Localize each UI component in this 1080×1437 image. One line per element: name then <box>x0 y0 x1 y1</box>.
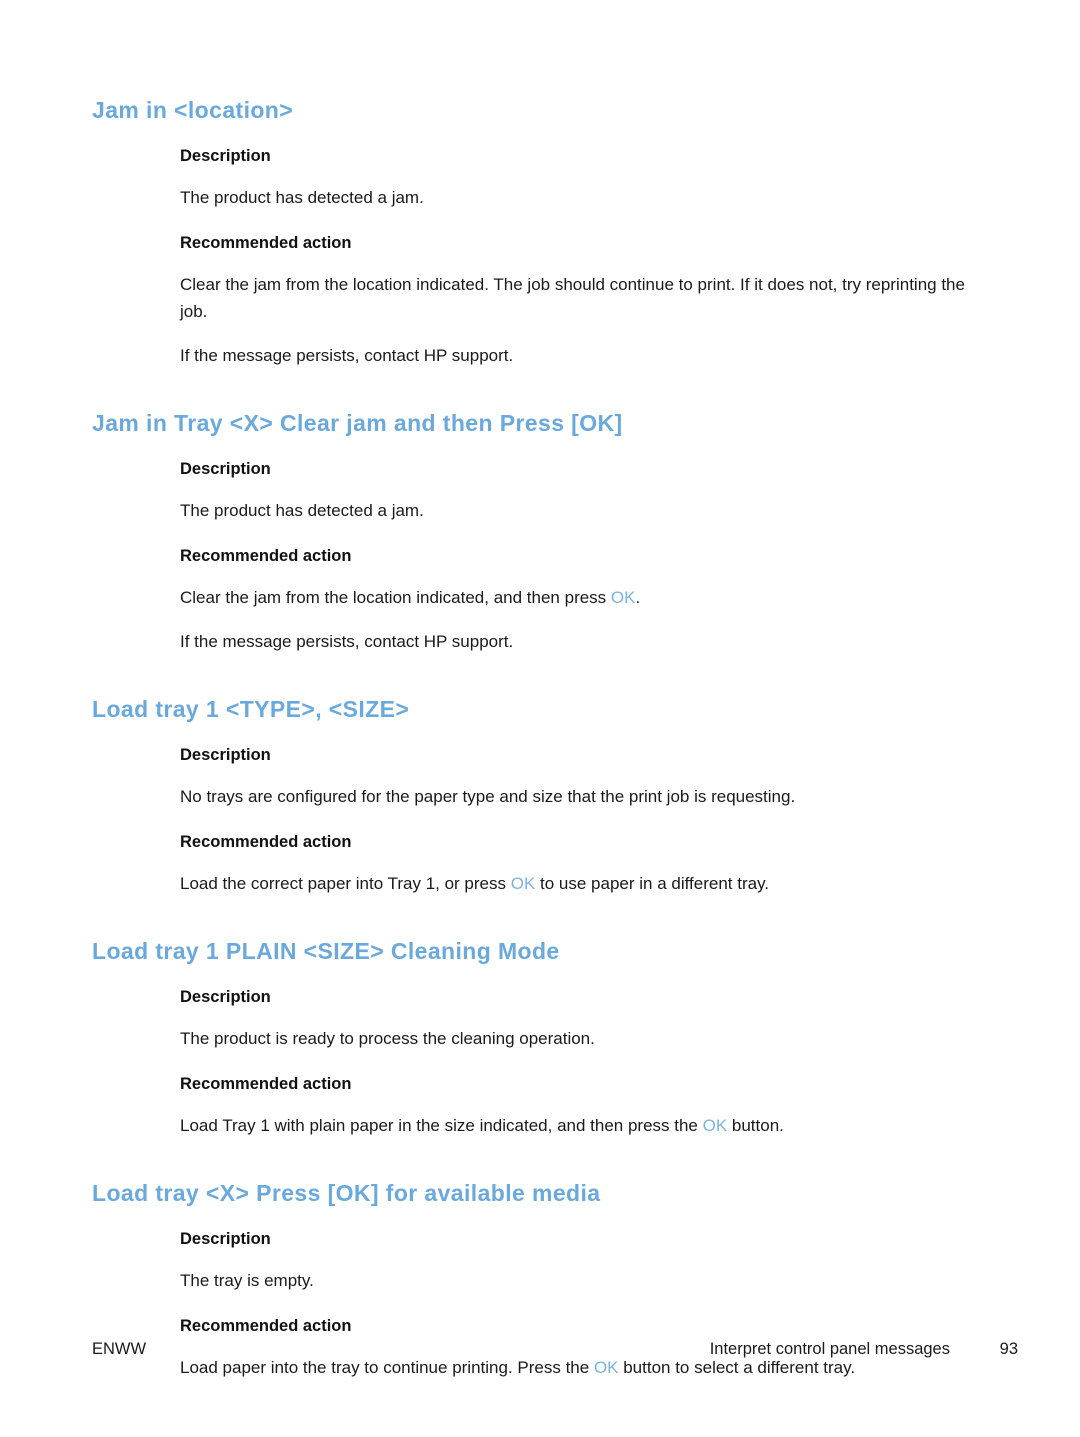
message-section: Load tray 1 PLAIN <SIZE> Cleaning Mode De… <box>92 937 992 1139</box>
description-label: Description <box>180 1230 271 1248</box>
description-label: Description <box>180 147 271 165</box>
section-body: Description The product has detected a ja… <box>180 458 992 655</box>
action-text-lead: If the message persists, contact HP supp… <box>180 346 514 365</box>
footer-page-number: 93 <box>999 1340 1018 1358</box>
page-content: Jam in <location> Description The product … <box>92 96 992 1381</box>
recommended-action-text: Load the correct paper into Tray 1, or p… <box>180 870 992 897</box>
description-text: No trays are configured for the paper ty… <box>180 787 796 806</box>
description-label: Description <box>180 460 271 478</box>
action-text-lead: Load Tray 1 with plain paper in the size… <box>180 1116 703 1135</box>
action-text-lead: If the message persists, contact HP supp… <box>180 632 514 651</box>
message-section: Jam in Tray <X> Clear jam and then Press… <box>92 409 992 655</box>
section-heading: Load tray 1 <TYPE>, <SIZE> <box>92 696 410 722</box>
section-body: Description The product has detected a ja… <box>180 145 992 369</box>
footer-chapter-title: Interpret control panel messages <box>709 1340 950 1358</box>
recommended-action-text: If the message persists, contact HP supp… <box>180 342 992 369</box>
action-text-lead: Clear the jam from the location indicate… <box>180 275 965 321</box>
description-text: The product has detected a jam. <box>180 501 424 520</box>
message-section: Jam in <location> Description The product … <box>92 96 992 369</box>
section-heading: Load tray 1 PLAIN <SIZE> Cleaning Mode <box>92 938 560 964</box>
footer-locale-code: ENWW <box>92 1340 147 1358</box>
recommended-action-label: Recommended action <box>180 234 352 252</box>
ok-button-reference: OK <box>702 1116 728 1135</box>
recommended-action-text: Clear the jam from the location indicate… <box>180 584 992 611</box>
description-text: The tray is empty. <box>180 1271 314 1290</box>
description-label: Description <box>180 746 271 764</box>
ok-button-reference: OK <box>610 588 636 607</box>
description-label: Description <box>180 988 271 1006</box>
action-text-lead: Load the correct paper into Tray 1, or p… <box>180 874 511 893</box>
action-text-lead: Clear the jam from the location indicate… <box>180 588 611 607</box>
action-text-tail: to use paper in a different tray. <box>535 874 770 893</box>
recommended-action-label: Recommended action <box>180 1317 352 1335</box>
recommended-action-label: Recommended action <box>180 1075 352 1093</box>
ok-button-reference: OK <box>510 874 536 893</box>
page-footer: ENWW Interpret control panel messages 93 <box>92 1340 1018 1359</box>
recommended-action-label: Recommended action <box>180 547 352 565</box>
section-heading: Load tray <X> Press [OK] for available m… <box>92 1180 601 1206</box>
section-body: Description No trays are configured for t… <box>180 744 992 897</box>
ok-button-reference: OK <box>593 1358 619 1377</box>
description-text: The product is ready to process the clea… <box>180 1029 595 1048</box>
section-body: Description The product is ready to proce… <box>180 986 992 1139</box>
action-text-lead: Load paper into the tray to continue pri… <box>180 1358 594 1377</box>
action-text-tail: button to select a different tray. <box>618 1358 856 1377</box>
action-text-tail: . <box>635 588 641 607</box>
recommended-action-label: Recommended action <box>180 833 352 851</box>
description-text: The product has detected a jam. <box>180 188 424 207</box>
message-section: Load tray 1 <TYPE>, <SIZE> Description No … <box>92 695 992 897</box>
section-heading: Jam in Tray <X> Clear jam and then Press… <box>92 410 623 436</box>
section-heading: Jam in <location> <box>92 97 294 123</box>
document-page: Jam in <location> Description The product … <box>0 0 1080 1437</box>
recommended-action-text: If the message persists, contact HP supp… <box>180 628 992 655</box>
recommended-action-text: Clear the jam from the location indicate… <box>180 271 992 325</box>
action-text-tail: button. <box>727 1116 784 1135</box>
recommended-action-text: Load Tray 1 with plain paper in the size… <box>180 1112 992 1139</box>
